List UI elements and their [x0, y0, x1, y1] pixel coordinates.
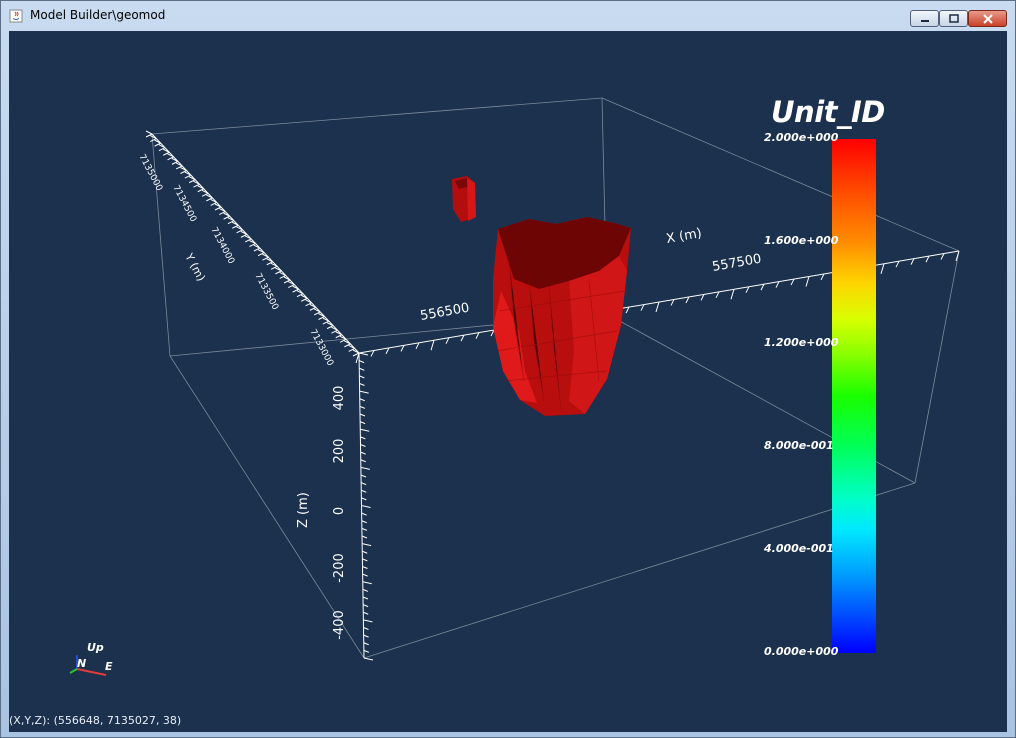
axis-tick: [362, 566, 368, 569]
colorbar-label: 8.000e-001: [764, 439, 834, 452]
java-app-icon: [9, 9, 23, 23]
small-orebody[interactable]: [452, 176, 476, 222]
close-icon: [982, 13, 993, 24]
axis-tick: [363, 634, 369, 638]
axis-tick: [360, 436, 366, 440]
z-tick-label: 0: [332, 507, 347, 515]
y-axis-label: Y (m): [182, 250, 208, 283]
axis-tick: [362, 588, 369, 592]
axis-tick: [363, 627, 369, 630]
axis-tick: [361, 527, 368, 531]
axis-tick: [359, 383, 365, 386]
x-axis-label: X (m): [665, 226, 703, 247]
axis-tick: [359, 421, 366, 425]
orientation-triad: Up N E: [69, 641, 113, 676]
y-axis: [145, 130, 360, 357]
z-axis: [358, 352, 374, 661]
axis-tick: [362, 573, 368, 577]
axis-tick: [360, 466, 370, 470]
axis-tick: [360, 482, 367, 486]
axis-tick: [655, 301, 660, 313]
orientation-north-label: N: [77, 657, 86, 670]
x-tick-label: 557500: [711, 252, 762, 275]
axis-tick: [363, 611, 369, 615]
axis-tick: [363, 657, 374, 661]
axis-tick: [362, 581, 372, 585]
axis-tick: [362, 604, 369, 608]
colorbar-label: 4.000e-001: [764, 542, 834, 555]
y-tick-label: 7133000: [307, 328, 335, 368]
colorbar-label: 0.000e+000: [764, 645, 839, 658]
z-tick-label: 200: [332, 439, 347, 464]
axis-tick: [362, 543, 372, 547]
colorbar-label: 1.200e+000: [764, 336, 839, 349]
axis-tick: [360, 474, 367, 478]
axis-tick: [362, 596, 369, 600]
3d-viewport[interactable]: X (m) 556500 557000 557500 Y (m) 7135000…: [9, 31, 1007, 732]
z-tick-label: 400: [332, 386, 347, 411]
restore-icon: [948, 13, 959, 23]
x-tick-label: 556500: [419, 301, 470, 324]
orientation-east-label: E: [105, 660, 113, 673]
orientation-up-label: Up: [87, 641, 104, 654]
y-tick-label: 7135000: [136, 153, 164, 193]
z-tick-label: -200: [332, 553, 347, 583]
axis-tick: [363, 619, 373, 623]
close-button[interactable]: [968, 10, 1007, 27]
axis-tick: [359, 367, 365, 371]
axis-tick: [361, 497, 367, 501]
axis-tick: [363, 642, 369, 646]
axis-tick: [805, 276, 810, 287]
cursor-coordinates: (X,Y,Z): (556648, 7135027, 38): [9, 714, 182, 727]
app-window: Model Builder\geomod X (m) 556500 557500…: [0, 0, 1016, 738]
window-bottom-border: [1, 732, 1015, 738]
axis-tick: [361, 505, 371, 508]
colorbar-title: Unit_ID: [771, 95, 885, 129]
y-tick-label: 7134500: [170, 184, 198, 224]
axis-tick: [361, 512, 367, 516]
window-title: Model Builder\geomod: [30, 8, 166, 22]
axis-tick: [361, 520, 367, 524]
axis-tick: [360, 451, 366, 455]
axis-tick: [359, 405, 366, 409]
color-legend-bar: [832, 139, 876, 653]
main-orebody[interactable]: [493, 217, 631, 416]
y-tick-label: 7134000: [208, 226, 236, 266]
axis-tick: [360, 459, 366, 463]
axis-tick: [362, 550, 368, 554]
minimize-button[interactable]: [910, 10, 939, 27]
axis-tick: [359, 413, 366, 417]
axis-tick: [145, 130, 153, 135]
axis-tick: [430, 340, 435, 351]
axis-tick: [359, 375, 365, 379]
axis-tick: [730, 289, 735, 300]
axis-tick: [359, 398, 365, 402]
axis-tick: [359, 390, 369, 394]
axis-tick: [880, 263, 885, 274]
axis-tick: [362, 558, 368, 562]
axis-tick: [361, 535, 368, 539]
axis-tick: [360, 428, 370, 432]
axis-tick: [358, 360, 365, 364]
z-axis-label: Z (m): [296, 492, 311, 528]
minimize-icon: [920, 19, 929, 22]
title-bar: Model Builder\geomod: [1, 1, 1015, 31]
z-tick-label: -400: [332, 610, 347, 640]
axis-tick: [358, 352, 369, 356]
axis-tick: [360, 444, 366, 447]
y-tick-label: 7133500: [252, 272, 280, 312]
axis-tick: [363, 649, 370, 653]
axis-tick: [361, 489, 367, 493]
colorbar-label: 1.600e+000: [764, 234, 839, 247]
maximize-button[interactable]: [939, 10, 968, 27]
colorbar-label: 2.000e+000: [764, 131, 839, 144]
